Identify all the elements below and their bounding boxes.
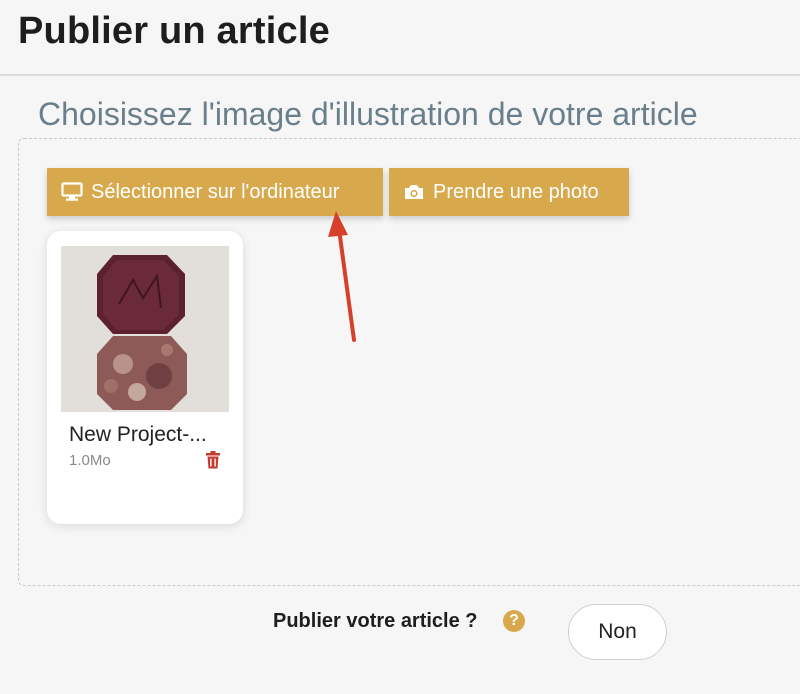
publish-toggle[interactable]: Non — [568, 604, 667, 660]
monitor-icon — [61, 182, 83, 202]
page-title: Publier un article — [18, 10, 330, 52]
camera-icon — [403, 183, 425, 201]
take-photo-button[interactable]: Prendre une photo — [389, 168, 629, 216]
take-photo-label: Prendre une photo — [433, 180, 599, 203]
file-name: New Project-... — [69, 423, 207, 446]
file-size: 1.0Mo — [69, 452, 111, 469]
header: Publier un article — [0, 0, 800, 76]
select-from-computer-label: Sélectionner sur l'ordinateur — [91, 180, 340, 203]
publish-question-label: Publier votre article ? — [273, 610, 478, 632]
file-thumbnail — [61, 246, 229, 412]
uploaded-file-card[interactable]: New Project-... 1.0Mo — [47, 231, 243, 524]
section-subtitle: Choisissez l'image d'illustration de vot… — [38, 96, 698, 132]
trash-icon[interactable] — [205, 451, 221, 474]
annotation-arrow — [328, 211, 356, 342]
help-icon[interactable]: ? — [503, 610, 525, 632]
